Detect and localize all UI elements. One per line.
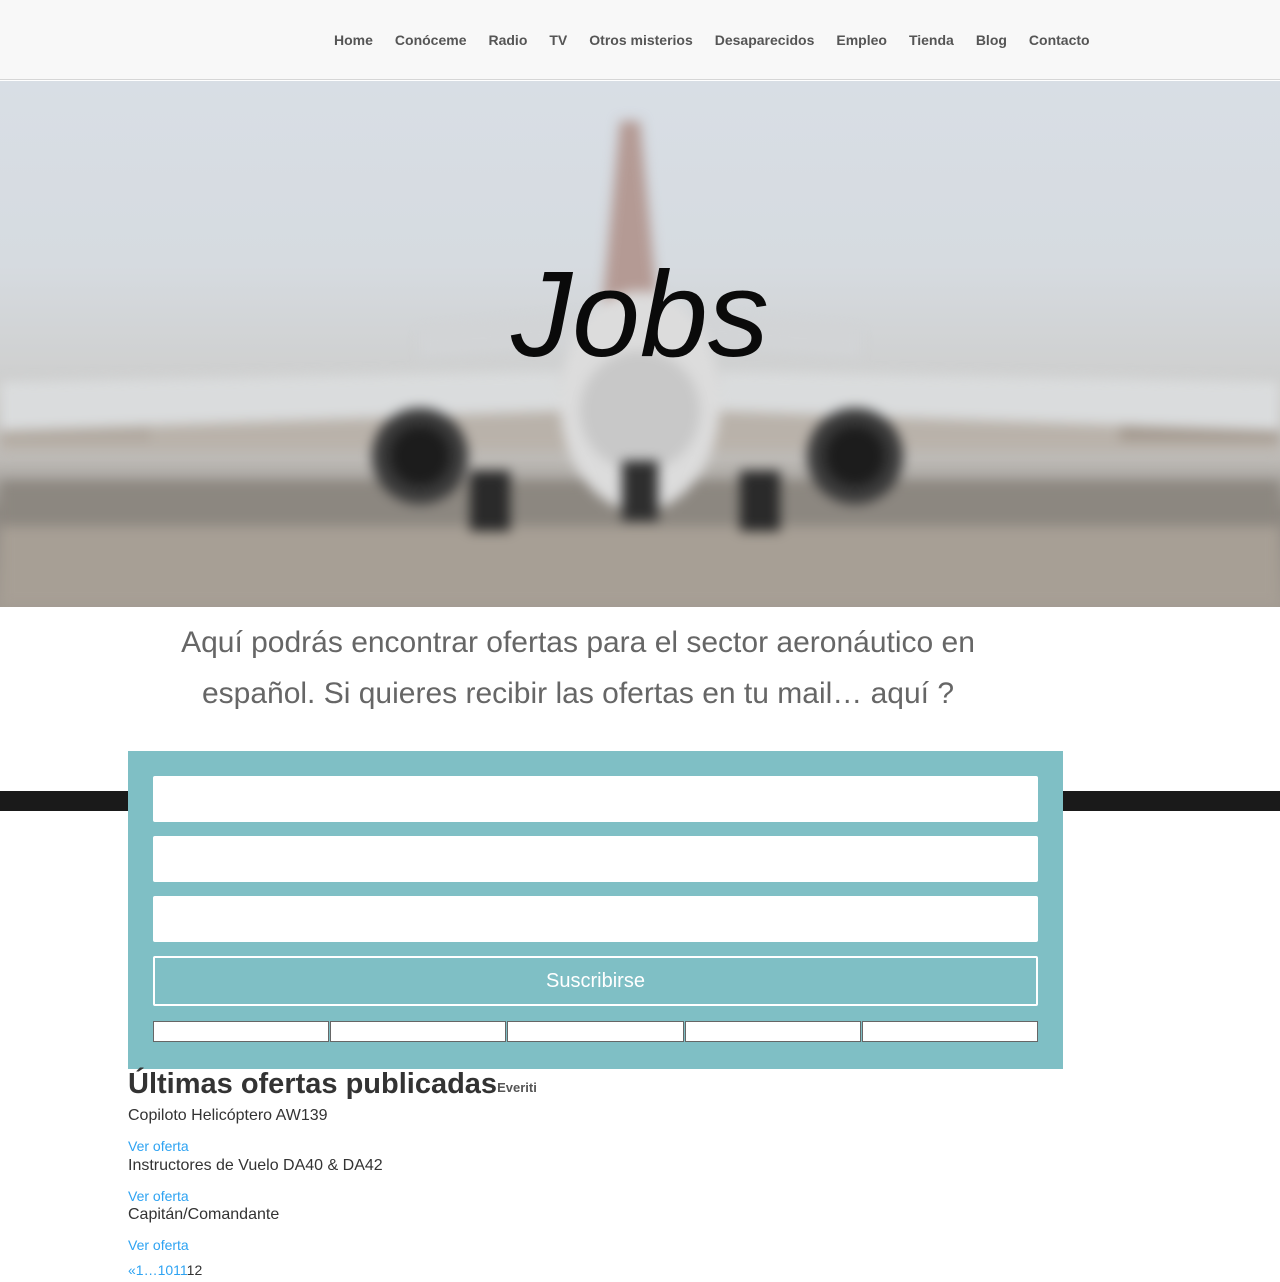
nav-radio[interactable]: Radio — [488, 31, 527, 49]
job-title: Copiloto Helicóptero AW139 — [128, 1107, 328, 1124]
pagination-ellipsis: … — [143, 1262, 158, 1278]
main-nav: Home Conóceme Radio TV Otros misterios D… — [334, 31, 1090, 49]
job-title: Instructores de Vuelo DA40 & DA42 — [128, 1157, 383, 1174]
option-box-3[interactable] — [507, 1021, 684, 1042]
subscribe-options — [153, 1021, 1039, 1042]
option-box-4[interactable] — [684, 1021, 861, 1042]
offers-badge: Everiti — [497, 1080, 537, 1095]
page-title: Jobs — [511, 246, 769, 382]
option-box-1[interactable] — [153, 1021, 330, 1042]
pagination-page-11[interactable]: 11 — [173, 1262, 187, 1278]
site-header: Home Conóceme Radio TV Otros misterios D… — [0, 0, 1280, 80]
job-link[interactable]: Ver oferta — [128, 1187, 189, 1205]
offers-heading-text: Últimas ofertas publicadas — [128, 1068, 498, 1100]
nav-otros-misterios[interactable]: Otros misterios — [589, 31, 692, 49]
pagination-current-page: 12 — [187, 1262, 203, 1278]
nav-desaparecidos[interactable]: Desaparecidos — [715, 31, 815, 49]
pagination-page-10[interactable]: 10 — [158, 1262, 174, 1278]
hero-banner: Jobs — [0, 81, 1280, 607]
subscribe-field-2[interactable] — [153, 836, 1038, 882]
job-title: Capitán/Comandante — [128, 1206, 280, 1223]
nav-empleo[interactable]: Empleo — [836, 31, 887, 49]
option-box-5[interactable] — [861, 1021, 1039, 1042]
job-link[interactable]: Ver oferta — [128, 1137, 189, 1155]
nav-conoceme[interactable]: Conóceme — [395, 31, 467, 49]
offers-heading: Últimas ofertas publicadasEveriti — [128, 1066, 537, 1102]
nav-tienda[interactable]: Tienda — [909, 31, 954, 49]
subscribe-form: Suscribirse — [128, 751, 1063, 1069]
nav-home[interactable]: Home — [334, 31, 373, 49]
pagination-prev[interactable]: « — [128, 1262, 136, 1278]
nav-contacto[interactable]: Contacto — [1029, 31, 1090, 49]
intro-text: Aquí podrás encontrar ofertas para el se… — [181, 626, 975, 710]
pagination: «1…101112 — [128, 1261, 202, 1279]
option-box-2[interactable] — [330, 1021, 507, 1042]
job-link[interactable]: Ver oferta — [128, 1236, 189, 1254]
subscribe-field-1[interactable] — [153, 776, 1038, 822]
pagination-page-1[interactable]: 1 — [136, 1262, 144, 1278]
subscribe-field-3[interactable] — [153, 896, 1038, 942]
nav-tv[interactable]: TV — [549, 31, 567, 49]
subscribe-button[interactable]: Suscribirse — [153, 956, 1038, 1006]
nav-blog[interactable]: Blog — [976, 31, 1007, 49]
